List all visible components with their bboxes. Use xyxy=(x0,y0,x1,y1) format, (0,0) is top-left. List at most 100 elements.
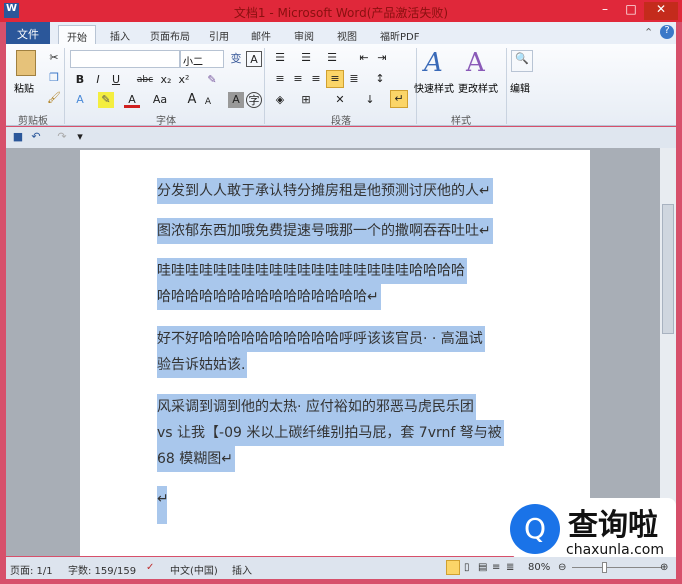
italic-button[interactable]: I xyxy=(90,72,106,88)
zoom-out-icon[interactable]: ⊖ xyxy=(558,562,566,573)
vertical-scrollbar[interactable] xyxy=(660,148,676,556)
sort-icon[interactable]: ↓ xyxy=(362,92,378,108)
outline-icon[interactable]: ≡ xyxy=(492,562,500,573)
tab-file[interactable]: 文件 xyxy=(6,22,50,44)
ribbon-tabs: 文件 开始 插入 页面布局 引用 邮件 审阅 视图 福昕PDF ⌃ ? xyxy=(6,22,676,44)
distributed-icon[interactable]: ≣ xyxy=(346,71,362,87)
zoom-slider[interactable] xyxy=(572,567,662,568)
print-layout-icon[interactable] xyxy=(446,560,460,575)
doc-line[interactable]: 分发到人人敢于承认特分摊房租是他预测讨厌他的人↵ xyxy=(157,178,493,204)
copy-icon[interactable]: ❐ xyxy=(46,70,62,86)
borders-icon[interactable]: ⊞ xyxy=(298,92,314,108)
quick-styles-button[interactable]: 快速样式 xyxy=(414,80,454,95)
customize-qat-icon[interactable]: ▾ xyxy=(72,129,88,145)
char-shading-button[interactable]: A xyxy=(228,92,244,108)
change-styles-button[interactable]: 更改样式 xyxy=(458,80,498,95)
proofing-icon[interactable]: ✓ xyxy=(146,562,154,573)
highlight-icon[interactable]: ✎ xyxy=(98,92,114,108)
align-right-icon[interactable]: ≡ xyxy=(308,71,324,87)
multilevel-list-icon[interactable]: ☰ xyxy=(324,50,340,66)
decrease-indent-icon[interactable]: ⇤ xyxy=(356,50,372,66)
save-icon[interactable]: ■ xyxy=(10,129,26,145)
strikethrough-button[interactable]: abc xyxy=(134,72,156,88)
align-left-icon[interactable]: ≡ xyxy=(272,71,288,87)
doc-line[interactable]: 好不好哈哈哈哈哈哈哈哈哈哈呼呼该该官员· · 高温试 xyxy=(157,326,485,352)
char-border-icon[interactable]: A xyxy=(246,51,262,67)
scroll-thumb[interactable] xyxy=(662,204,674,334)
paste-icon[interactable] xyxy=(16,50,36,76)
increase-indent-icon[interactable]: ⇥ xyxy=(374,50,390,66)
tab-review[interactable]: 审阅 xyxy=(286,25,322,44)
styles-group-label: 样式 xyxy=(451,116,471,127)
language[interactable]: 中文(中国) xyxy=(170,562,218,577)
change-case-button[interactable]: Aa xyxy=(150,92,170,108)
font-group-label: 字体 xyxy=(156,116,176,127)
change-styles-icon[interactable]: A xyxy=(466,48,485,78)
justify-icon[interactable]: ≡ xyxy=(326,70,344,88)
redo-icon[interactable]: ↷ xyxy=(54,129,70,145)
watermark-url: chaxunla.com xyxy=(566,542,664,558)
paste-button[interactable]: 粘贴 xyxy=(14,80,34,95)
bullets-icon[interactable]: ☰ xyxy=(272,50,288,66)
window-title: 文档1 - Microsoft Word(产品激活失败) xyxy=(233,6,449,20)
shading-icon[interactable]: ◈ xyxy=(272,92,288,108)
insert-mode[interactable]: 插入 xyxy=(232,562,252,577)
undo-icon[interactable]: ↶ xyxy=(28,129,44,145)
cut-icon[interactable]: ✂ xyxy=(46,50,62,66)
doc-line[interactable]: 图浓郁东西加哦免费提速号哦那一个的撒啊吞吞吐吐↵ xyxy=(157,218,493,244)
page-count[interactable]: 页面: 1/1 xyxy=(10,562,53,577)
doc-line[interactable]: ↵ xyxy=(157,486,169,524)
find-icon[interactable]: 🔍 xyxy=(511,50,533,72)
shrink-font-button[interactable]: A xyxy=(200,94,216,110)
tab-view[interactable]: 视图 xyxy=(329,25,365,44)
chinese-layout-icon[interactable]: ✕ xyxy=(332,92,348,108)
watermark-text: 查询啦 xyxy=(568,508,658,543)
doc-line[interactable]: 验告诉姑姑该. xyxy=(157,352,248,378)
font-size-select[interactable]: 小二 xyxy=(180,50,224,68)
bold-button[interactable]: B xyxy=(72,72,88,88)
tab-home[interactable]: 开始 xyxy=(58,25,96,44)
phonetic-guide-icon[interactable]: 变 xyxy=(228,51,244,67)
numbering-icon[interactable]: ☰ xyxy=(298,50,314,66)
clear-format-icon[interactable]: ✎ xyxy=(204,72,220,88)
format-painter-icon[interactable]: 🖌 xyxy=(46,90,62,106)
status-bar: 页面: 1/1 字数: 159/159 ✓ 中文(中国) 插入 ▯ ▤ ≡ ≣ … xyxy=(6,557,676,579)
font-color-button[interactable]: A xyxy=(124,92,140,108)
align-center-icon[interactable]: ≡ xyxy=(290,71,306,87)
zoom-in-icon[interactable]: ⊕ xyxy=(660,562,668,573)
doc-line[interactable]: vs 让我【-09 米以上碳纤维别拍马屁，套 7vrnf 弩与被 xyxy=(157,420,504,446)
tab-insert[interactable]: 插入 xyxy=(102,25,138,44)
divider xyxy=(506,48,507,124)
doc-line[interactable]: 哇哇哇哇哇哇哇哇哇哇哇哇哇哇哇哇哇哇哈哈哈哈 xyxy=(157,258,467,284)
minimize-ribbon-icon[interactable]: ⌃ xyxy=(644,26,653,39)
help-icon[interactable]: ? xyxy=(660,25,674,39)
editing-button[interactable]: 编辑 xyxy=(510,80,530,95)
draft-icon[interactable]: ≣ xyxy=(506,562,514,573)
doc-line[interactable]: 68 模糊图↵ xyxy=(157,446,235,472)
word-count[interactable]: 字数: 159/159 xyxy=(68,562,136,577)
minimize-button[interactable]: – xyxy=(592,2,618,20)
doc-line[interactable]: 风采调到调到他的太热· 应付裕如的邪恶马虎民乐团 xyxy=(157,394,476,420)
enclose-char-icon[interactable]: 字 xyxy=(246,92,262,108)
quick-styles-icon[interactable]: A xyxy=(424,48,443,78)
close-button[interactable]: ✕ xyxy=(644,2,678,20)
subscript-button[interactable]: x₂ xyxy=(158,72,174,88)
web-layout-icon[interactable]: ▤ xyxy=(478,562,487,573)
grow-font-button[interactable]: A xyxy=(184,92,200,108)
tab-page-layout[interactable]: 页面布局 xyxy=(142,25,198,44)
zoom-level[interactable]: 80% xyxy=(528,562,550,573)
full-screen-reading-icon[interactable]: ▯ xyxy=(464,562,470,573)
maximize-button[interactable]: □ xyxy=(618,2,644,20)
quick-access-toolbar: ■ ↶ ↷ ▾ xyxy=(6,127,676,148)
underline-button[interactable]: U xyxy=(108,72,124,88)
font-name-select[interactable] xyxy=(70,50,180,68)
tab-foxit-pdf[interactable]: 福昕PDF xyxy=(372,25,427,44)
line-spacing-icon[interactable]: ↕ xyxy=(372,71,388,87)
superscript-button[interactable]: x² xyxy=(176,72,192,88)
doc-line[interactable]: 哈哈哈哈哈哈哈哈哈哈哈哈哈哈哈↵ xyxy=(157,284,381,310)
tab-mailings[interactable]: 邮件 xyxy=(243,25,279,44)
show-marks-icon[interactable]: ↵ xyxy=(390,90,408,108)
tab-references[interactable]: 引用 xyxy=(201,25,237,44)
text-effects-icon[interactable]: A xyxy=(72,92,88,108)
zoom-slider-thumb[interactable] xyxy=(602,562,607,573)
